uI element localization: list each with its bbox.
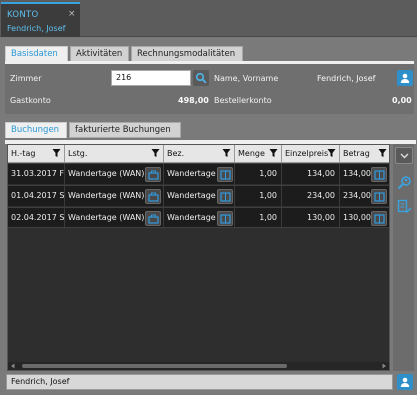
suitcase-icon	[147, 214, 159, 224]
column-header-betrag[interactable]: Betrag	[340, 145, 389, 163]
cell-text: Wandertage (WAN)	[68, 191, 145, 200]
cell-text: Wandertage	[167, 191, 216, 200]
tab-label: Aktivitäten	[76, 49, 123, 59]
person-icon	[400, 377, 410, 387]
person-button[interactable]	[397, 70, 413, 86]
column-header-einzelpreis[interactable]: Einzelpreis	[282, 145, 340, 163]
search-icon	[195, 72, 207, 84]
cell-einzelpreis: 130,00	[282, 208, 340, 229]
gastkonto-value: 498,00	[178, 96, 209, 105]
basisdaten-panel	[5, 61, 414, 114]
cell-menge: 1,00	[235, 208, 282, 229]
cell-text: 134,00	[343, 169, 371, 178]
book-icon	[219, 213, 231, 224]
book-icon	[373, 213, 385, 224]
tab-rechnungsmodalitaeten[interactable]: Rechnungsmodalitäten	[131, 46, 243, 62]
cell-text: Wandertage (WAN)	[68, 169, 145, 178]
book-icon	[219, 191, 231, 202]
betrag-detail-button[interactable]	[371, 189, 387, 204]
filter-icon[interactable]	[222, 148, 231, 158]
expand-button[interactable]	[395, 147, 413, 164]
column-header-lstg[interactable]: Lstg.	[65, 145, 164, 163]
document-tab[interactable]: KONTO Fendrich, Josef ×	[1, 2, 80, 37]
bez-detail-button[interactable]	[217, 189, 233, 204]
table-row[interactable]: 02.04.2017 So Wandertage (WAN) Wandertag…	[8, 207, 389, 229]
filter-icon[interactable]	[151, 148, 160, 158]
scroll-right-icon[interactable]	[381, 363, 387, 369]
besteller-label: Bestellerkonto	[214, 96, 272, 105]
lstg-detail-button[interactable]	[145, 167, 161, 182]
name-value: Fendrich, Josef	[317, 74, 376, 83]
header-label: Betrag	[343, 149, 370, 158]
zimmer-input[interactable]: 216	[111, 70, 191, 86]
column-header-menge[interactable]: Menge	[235, 145, 282, 163]
cell-einzelpreis: 134,00	[282, 164, 340, 185]
gastkonto-label: Gastkonto	[10, 96, 51, 105]
search-button[interactable]	[193, 70, 209, 86]
book-icon	[219, 169, 231, 180]
edit-list-button[interactable]	[395, 196, 413, 216]
footer-name-field[interactable]: Fendrich, Josef	[6, 374, 393, 390]
scrollbar-thumb[interactable]	[22, 364, 287, 368]
cell-text: Wandertage	[167, 213, 216, 222]
cell-text: Wandertage (WAN)	[68, 213, 145, 222]
edit-list-icon	[397, 199, 411, 213]
book-icon	[373, 191, 385, 202]
table-row[interactable]: 31.03.2017 Fr Wandertage (WAN) Wandertag…	[8, 163, 389, 185]
header-label: Lstg.	[68, 149, 88, 158]
tab-buchungen[interactable]: Buchungen	[5, 122, 67, 138]
tab-label: Basisdaten	[11, 49, 58, 59]
besteller-value: 0,00	[392, 96, 412, 105]
header-label: Bez.	[167, 149, 185, 158]
cell-menge: 1,00	[235, 164, 282, 185]
scroll-left-icon[interactable]	[10, 363, 16, 369]
cell-text: Wandertage	[167, 169, 216, 178]
column-header-htag[interactable]: H.-tag	[8, 145, 65, 163]
window-subtitle: Fendrich, Josef	[7, 24, 66, 33]
book-icon	[373, 169, 385, 180]
footer-person-button[interactable]	[397, 374, 413, 390]
tab-fakturierte-buchungen[interactable]: fakturierte Buchungen	[69, 122, 181, 138]
cell-text: 234,00	[343, 191, 371, 200]
filter-icon[interactable]	[378, 148, 387, 158]
lstg-detail-button[interactable]	[145, 189, 161, 204]
suitcase-icon	[147, 170, 159, 180]
table-row[interactable]: 01.04.2017 Sa Wandertage (WAN) Wandertag…	[8, 185, 389, 207]
account-search-button[interactable]	[395, 172, 413, 192]
tab-basisdaten[interactable]: Basisdaten	[5, 46, 68, 62]
tab-label: Buchungen	[11, 125, 60, 135]
account-search-icon	[397, 175, 411, 189]
filter-icon[interactable]	[327, 148, 336, 158]
filter-icon[interactable]	[269, 148, 278, 158]
header-label: Einzelpreis	[285, 149, 329, 158]
betrag-detail-button[interactable]	[371, 211, 387, 226]
bez-detail-button[interactable]	[217, 167, 233, 182]
header-label: H.-tag	[11, 149, 36, 158]
name-label: Name, Vorname	[214, 74, 279, 83]
window-title: KONTO	[7, 10, 39, 20]
cell-menge: 1,00	[235, 186, 282, 207]
tab-label: Rechnungsmodalitäten	[137, 49, 236, 59]
filter-icon[interactable]	[52, 148, 61, 158]
cell-htag: 02.04.2017 So	[8, 208, 65, 229]
chevron-down-icon	[400, 153, 408, 158]
person-icon	[400, 73, 410, 83]
suitcase-icon	[147, 192, 159, 202]
zimmer-label: Zimmer	[10, 74, 42, 83]
column-header-bez[interactable]: Bez.	[164, 145, 235, 163]
cell-text: 130,00	[343, 213, 371, 222]
betrag-detail-button[interactable]	[371, 167, 387, 182]
cell-htag: 31.03.2017 Fr	[8, 164, 65, 185]
header-label: Menge	[238, 149, 265, 158]
bookings-grid: H.-tag Lstg. Bez. Menge Einzelpreis Betr…	[7, 144, 390, 371]
close-tab-button[interactable]: ×	[68, 9, 76, 19]
bez-detail-button[interactable]	[217, 211, 233, 226]
cell-einzelpreis: 234,00	[282, 186, 340, 207]
lstg-detail-button[interactable]	[145, 211, 161, 226]
tab-label: fakturierte Buchungen	[75, 125, 171, 135]
tab-aktivitaeten[interactable]: Aktivitäten	[70, 46, 129, 62]
cell-htag: 01.04.2017 Sa	[8, 186, 65, 207]
